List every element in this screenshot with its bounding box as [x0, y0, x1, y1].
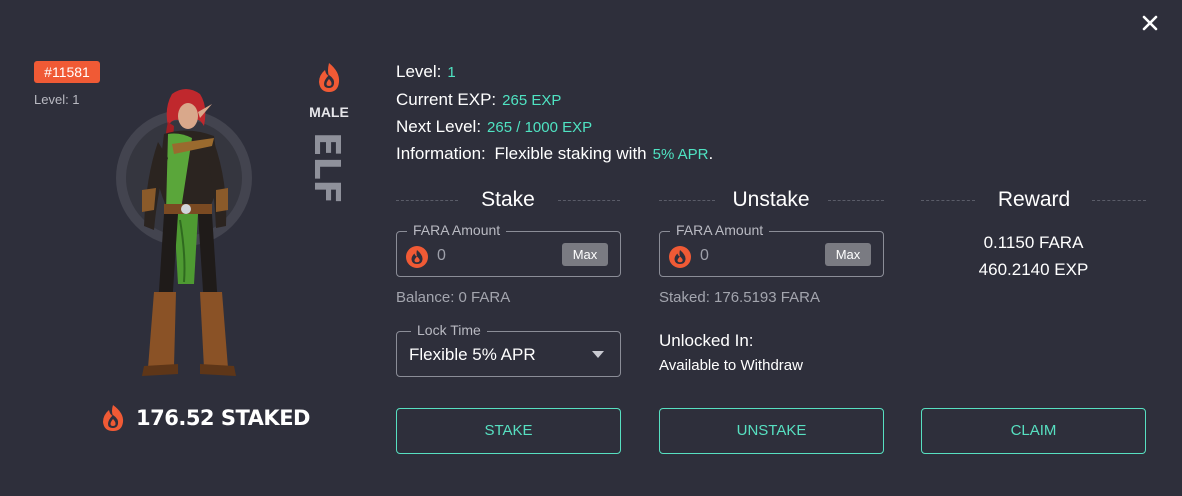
stake-title: Stake — [481, 188, 535, 211]
reward-exp: 460.2140 EXP — [978, 260, 1089, 279]
unlocked-in-value: Available to Withdraw — [659, 357, 803, 374]
info-next-level-label: Next Level: — [396, 117, 482, 136]
info-information: Information: Flexible staking with 5% APR… — [396, 144, 713, 164]
unstake-title: Unstake — [732, 188, 810, 211]
unlocked-in-label: Unlocked In: — [659, 331, 754, 350]
unstake-amount-legend: FARA Amount — [670, 222, 770, 238]
unstake-max-button[interactable]: Max — [825, 243, 871, 266]
lock-time-value: Flexible 5% APR — [409, 345, 536, 364]
chevron-down-icon — [592, 351, 604, 358]
info-information-text: Flexible staking with — [494, 144, 647, 163]
divider — [396, 200, 458, 201]
unstake-amount-field[interactable]: FARA Amount 0 Max — [659, 222, 884, 277]
lock-time-select[interactable]: Lock Time Flexible 5% APR — [396, 322, 621, 377]
info-level-value: 1 — [447, 64, 456, 81]
divider — [1092, 200, 1146, 201]
staked-total-label: 176.52 STAKED — [136, 406, 310, 430]
stake-amount-field[interactable]: FARA Amount 0 Max — [396, 222, 621, 277]
claim-button[interactable]: CLAIM — [921, 408, 1146, 454]
character-race: ELF — [306, 132, 347, 204]
divider — [828, 200, 884, 201]
fara-flame-icon — [319, 63, 340, 92]
info-current-exp: Current EXP: 265 EXP — [396, 90, 561, 110]
reward-title: Reward — [997, 188, 1071, 211]
info-information-label: Information: — [396, 144, 486, 163]
divider — [558, 200, 620, 201]
stake-amount-legend: FARA Amount — [407, 222, 507, 238]
staked-total: 176.52 STAKED — [98, 402, 310, 434]
close-button[interactable] — [1139, 12, 1161, 34]
info-information-end: . — [708, 144, 714, 163]
info-level-label: Level: — [396, 62, 442, 81]
info-next-level: Next Level: 265 / 1000 EXP — [396, 117, 592, 137]
lock-time-legend: Lock Time — [411, 322, 487, 338]
nft-level: Level: 1 — [34, 92, 80, 107]
unstake-amount-input[interactable]: 0 — [700, 247, 709, 265]
stake-amount-input[interactable]: 0 — [437, 247, 446, 265]
info-current-exp-value: 265 EXP — [502, 92, 562, 109]
divider — [659, 200, 715, 201]
close-icon — [1142, 15, 1158, 31]
info-next-level-value: 265 / 1000 EXP — [487, 119, 593, 136]
fara-flame-icon — [103, 405, 124, 431]
info-level: Level: 1 — [396, 62, 456, 82]
stake-max-button[interactable]: Max — [562, 243, 608, 266]
fara-flame-icon — [669, 246, 691, 268]
stake-balance: Balance: 0 FARA — [396, 289, 511, 306]
reward-fara: 0.1150 FARA — [983, 233, 1084, 252]
nft-id-badge: #11581 — [34, 61, 100, 83]
info-information-apr: 5% APR — [652, 146, 709, 163]
info-current-exp-label: Current EXP: — [396, 90, 497, 109]
elf-character-image — [142, 89, 236, 376]
fara-flame-icon — [406, 246, 428, 268]
character-race-label: ELF — [306, 132, 347, 204]
divider — [921, 200, 975, 201]
character-gender: MALE — [309, 104, 349, 120]
unstake-staked-amount: Staked: 176.5193 FARA — [659, 289, 820, 306]
stake-button[interactable]: STAKE — [396, 408, 621, 454]
unstake-button[interactable]: UNSTAKE — [659, 408, 884, 454]
